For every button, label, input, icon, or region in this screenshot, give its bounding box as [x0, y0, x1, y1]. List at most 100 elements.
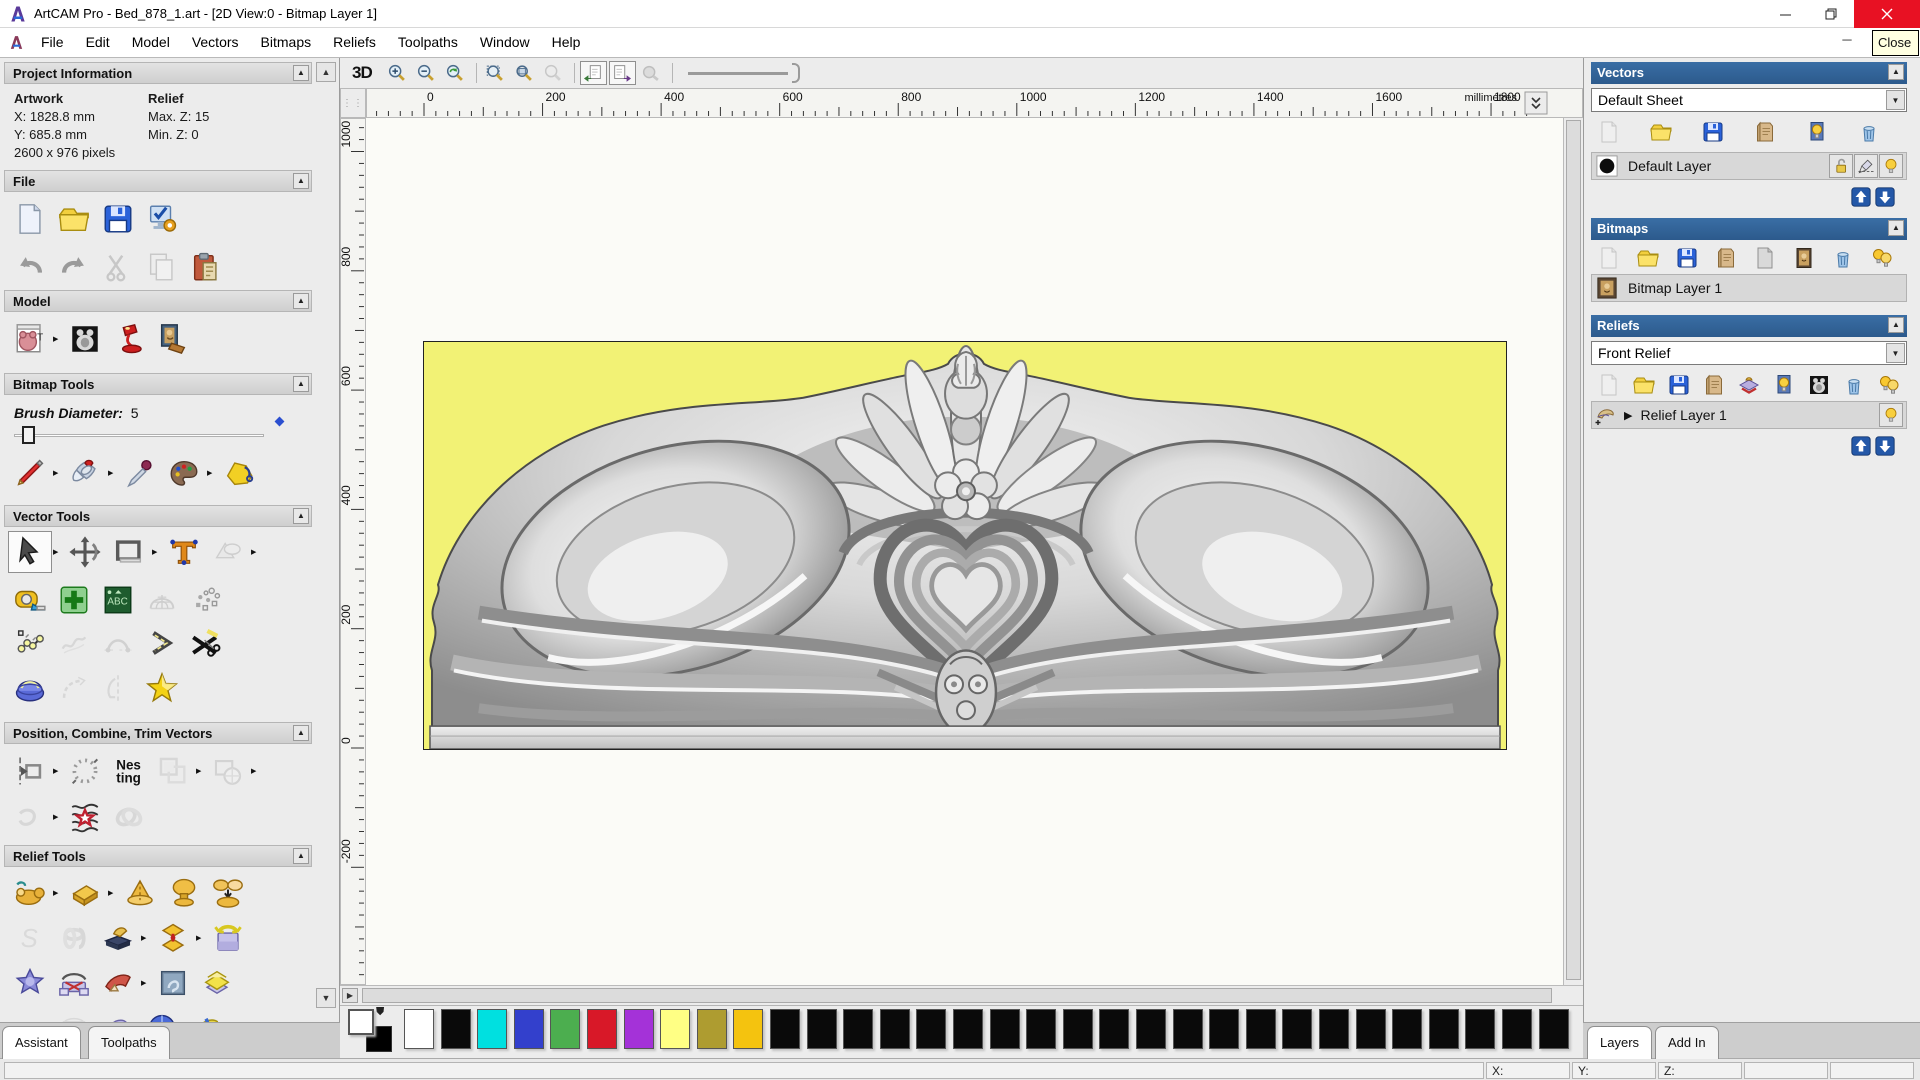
- palette-swatch-30[interactable]: [1502, 1009, 1532, 1049]
- bezier-icon[interactable]: [96, 622, 140, 664]
- palette-swatch-4[interactable]: [550, 1009, 581, 1049]
- vertical-scrollbar[interactable]: [1563, 118, 1583, 985]
- relief-layer-row[interactable]: ▶ Relief Layer 1: [1591, 401, 1907, 429]
- slider-track[interactable]: [14, 434, 264, 437]
- set-model-size-icon[interactable]: T: [8, 318, 52, 360]
- collapse-icon[interactable]: ▲: [1888, 317, 1904, 333]
- flyout-arrow-icon[interactable]: ▶: [108, 469, 118, 477]
- palette-swatch-23[interactable]: [1245, 1009, 1276, 1049]
- zoom-last-icon[interactable]: [442, 61, 469, 85]
- palette-swatch-29[interactable]: [1465, 1009, 1496, 1049]
- bitmap-layer-row[interactable]: Bitmap Layer 1: [1591, 274, 1907, 302]
- new-file-icon[interactable]: [1594, 118, 1624, 146]
- open-folder-icon[interactable]: [1646, 118, 1676, 146]
- bulb-page-icon[interactable]: [1769, 371, 1799, 399]
- menu-bitmaps[interactable]: Bitmaps: [250, 28, 323, 58]
- polyline-icon[interactable]: [8, 622, 52, 664]
- merge-layers-icon[interactable]: [1699, 371, 1729, 399]
- chevron-down-icon[interactable]: ▼: [1886, 90, 1905, 110]
- slice-relief-icon[interactable]: [96, 962, 140, 1004]
- palette-swatch-1[interactable]: [440, 1009, 471, 1049]
- collapse-icon[interactable]: ▲: [293, 508, 309, 524]
- palette-swatch-18[interactable]: [1062, 1009, 1093, 1049]
- star-tool-icon[interactable]: [140, 667, 184, 709]
- save-icon[interactable]: [1664, 371, 1694, 399]
- trash-icon[interactable]: [1854, 118, 1884, 146]
- palette-swatch-19[interactable]: [1099, 1009, 1130, 1049]
- undo-icon[interactable]: [8, 246, 52, 288]
- flyout-arrow-icon[interactable]: ▶: [207, 469, 217, 477]
- palette-swatch-26[interactable]: [1355, 1009, 1386, 1049]
- move-layer-up-icon[interactable]: [1850, 186, 1872, 208]
- vscroll-thumb[interactable]: [1566, 120, 1581, 980]
- layer-name[interactable]: Bitmap Layer 1: [1628, 280, 1722, 296]
- palette-swatch-15[interactable]: [953, 1009, 983, 1049]
- palette-swatch-16[interactable]: [989, 1009, 1020, 1049]
- palette-swatch-0[interactable]: [404, 1009, 434, 1049]
- bulb-page-icon[interactable]: [1802, 118, 1832, 146]
- save-icon[interactable]: [1672, 244, 1702, 272]
- merge-layers-icon[interactable]: [1750, 118, 1780, 146]
- zoom-object-icon[interactable]: [511, 61, 538, 85]
- dot-pattern-icon[interactable]: [184, 579, 228, 621]
- primary-colour[interactable]: [348, 1009, 374, 1035]
- palette-swatch-14[interactable]: [916, 1009, 947, 1049]
- paste-icon[interactable]: [184, 246, 228, 288]
- palette-swatch-28[interactable]: [1428, 1009, 1459, 1049]
- zoom-out-icon[interactable]: [413, 61, 440, 85]
- trash-icon[interactable]: [1839, 371, 1869, 399]
- menu-model[interactable]: Model: [121, 28, 181, 58]
- menu-file[interactable]: File: [30, 28, 75, 58]
- palette-swatch-6[interactable]: [623, 1009, 654, 1049]
- collapse-icon[interactable]: ▲: [293, 725, 309, 741]
- menu-window[interactable]: Window: [469, 28, 541, 58]
- flyout-arrow-icon[interactable]: ▶: [141, 979, 151, 987]
- mona-mini-icon[interactable]: [1789, 244, 1819, 272]
- tab-toolpaths[interactable]: Toolpaths: [88, 1026, 170, 1059]
- layer-name[interactable]: Relief Layer 1: [1640, 407, 1878, 423]
- fillet-icon[interactable]: [52, 667, 96, 709]
- bulb-icon[interactable]: [1879, 154, 1903, 178]
- sculpt-icon[interactable]: S: [8, 917, 52, 959]
- freehand-icon[interactable]: [52, 622, 96, 664]
- flyout-arrow-icon[interactable]: ▶: [53, 813, 63, 821]
- palette-swatch-13[interactable]: [879, 1009, 910, 1049]
- weave-icon[interactable]: [52, 917, 96, 959]
- copy-icon[interactable]: [140, 246, 184, 288]
- collapse-icon[interactable]: ▲: [293, 293, 309, 309]
- collapse-icon[interactable]: ▲: [293, 376, 309, 392]
- panel-scroll-down-icon[interactable]: ▼: [316, 988, 336, 1008]
- collapse-icon[interactable]: ▲: [293, 65, 309, 81]
- polyline-arrow-icon[interactable]: [140, 622, 184, 664]
- palette-icon[interactable]: [162, 452, 206, 494]
- bitmap-to-vector-icon[interactable]: [151, 318, 195, 360]
- greyscale-model-icon[interactable]: [1804, 371, 1834, 399]
- menu-help[interactable]: Help: [541, 28, 592, 58]
- flyout-arrow-icon[interactable]: ▶: [196, 934, 206, 942]
- collapse-icon[interactable]: ▲: [1888, 64, 1904, 80]
- save-icon[interactable]: [96, 198, 140, 240]
- palette-swatch-7[interactable]: [660, 1009, 691, 1049]
- sheet-dropdown[interactable]: Default Sheet ▼: [1591, 88, 1907, 112]
- palette-swatch-17[interactable]: [1026, 1009, 1057, 1049]
- child-minimize-button[interactable]: ─: [1836, 32, 1858, 52]
- trim-vectors-icon[interactable]: [184, 622, 228, 664]
- menu-toolpaths[interactable]: Toolpaths: [387, 28, 469, 58]
- tab-layers[interactable]: Layers: [1587, 1026, 1653, 1059]
- page-next-icon[interactable]: [608, 61, 636, 85]
- flyout-arrow-icon[interactable]: ▶: [53, 548, 63, 556]
- palette-swatch-25[interactable]: [1319, 1009, 1349, 1049]
- move-layer-down-icon[interactable]: [1874, 435, 1896, 457]
- trash-icon[interactable]: [1828, 244, 1858, 272]
- zoom-in-icon[interactable]: [384, 61, 411, 85]
- ruler-corner[interactable]: ⋮⋮: [340, 88, 366, 118]
- flyout-arrow-icon[interactable]: ▶: [53, 335, 63, 343]
- layer-colour-swatch[interactable]: [1596, 155, 1618, 177]
- nesting-icon[interactable]: Nes ting: [107, 750, 151, 792]
- hscroll-pane-icon[interactable]: ▶: [342, 988, 358, 1003]
- minimize-button[interactable]: [1762, 0, 1808, 28]
- flyout-arrow-icon[interactable]: ▶: [53, 767, 63, 775]
- rings-icon[interactable]: [107, 796, 151, 838]
- weld-icon[interactable]: [206, 750, 250, 792]
- flyout-arrow-icon[interactable]: ▶: [251, 767, 261, 775]
